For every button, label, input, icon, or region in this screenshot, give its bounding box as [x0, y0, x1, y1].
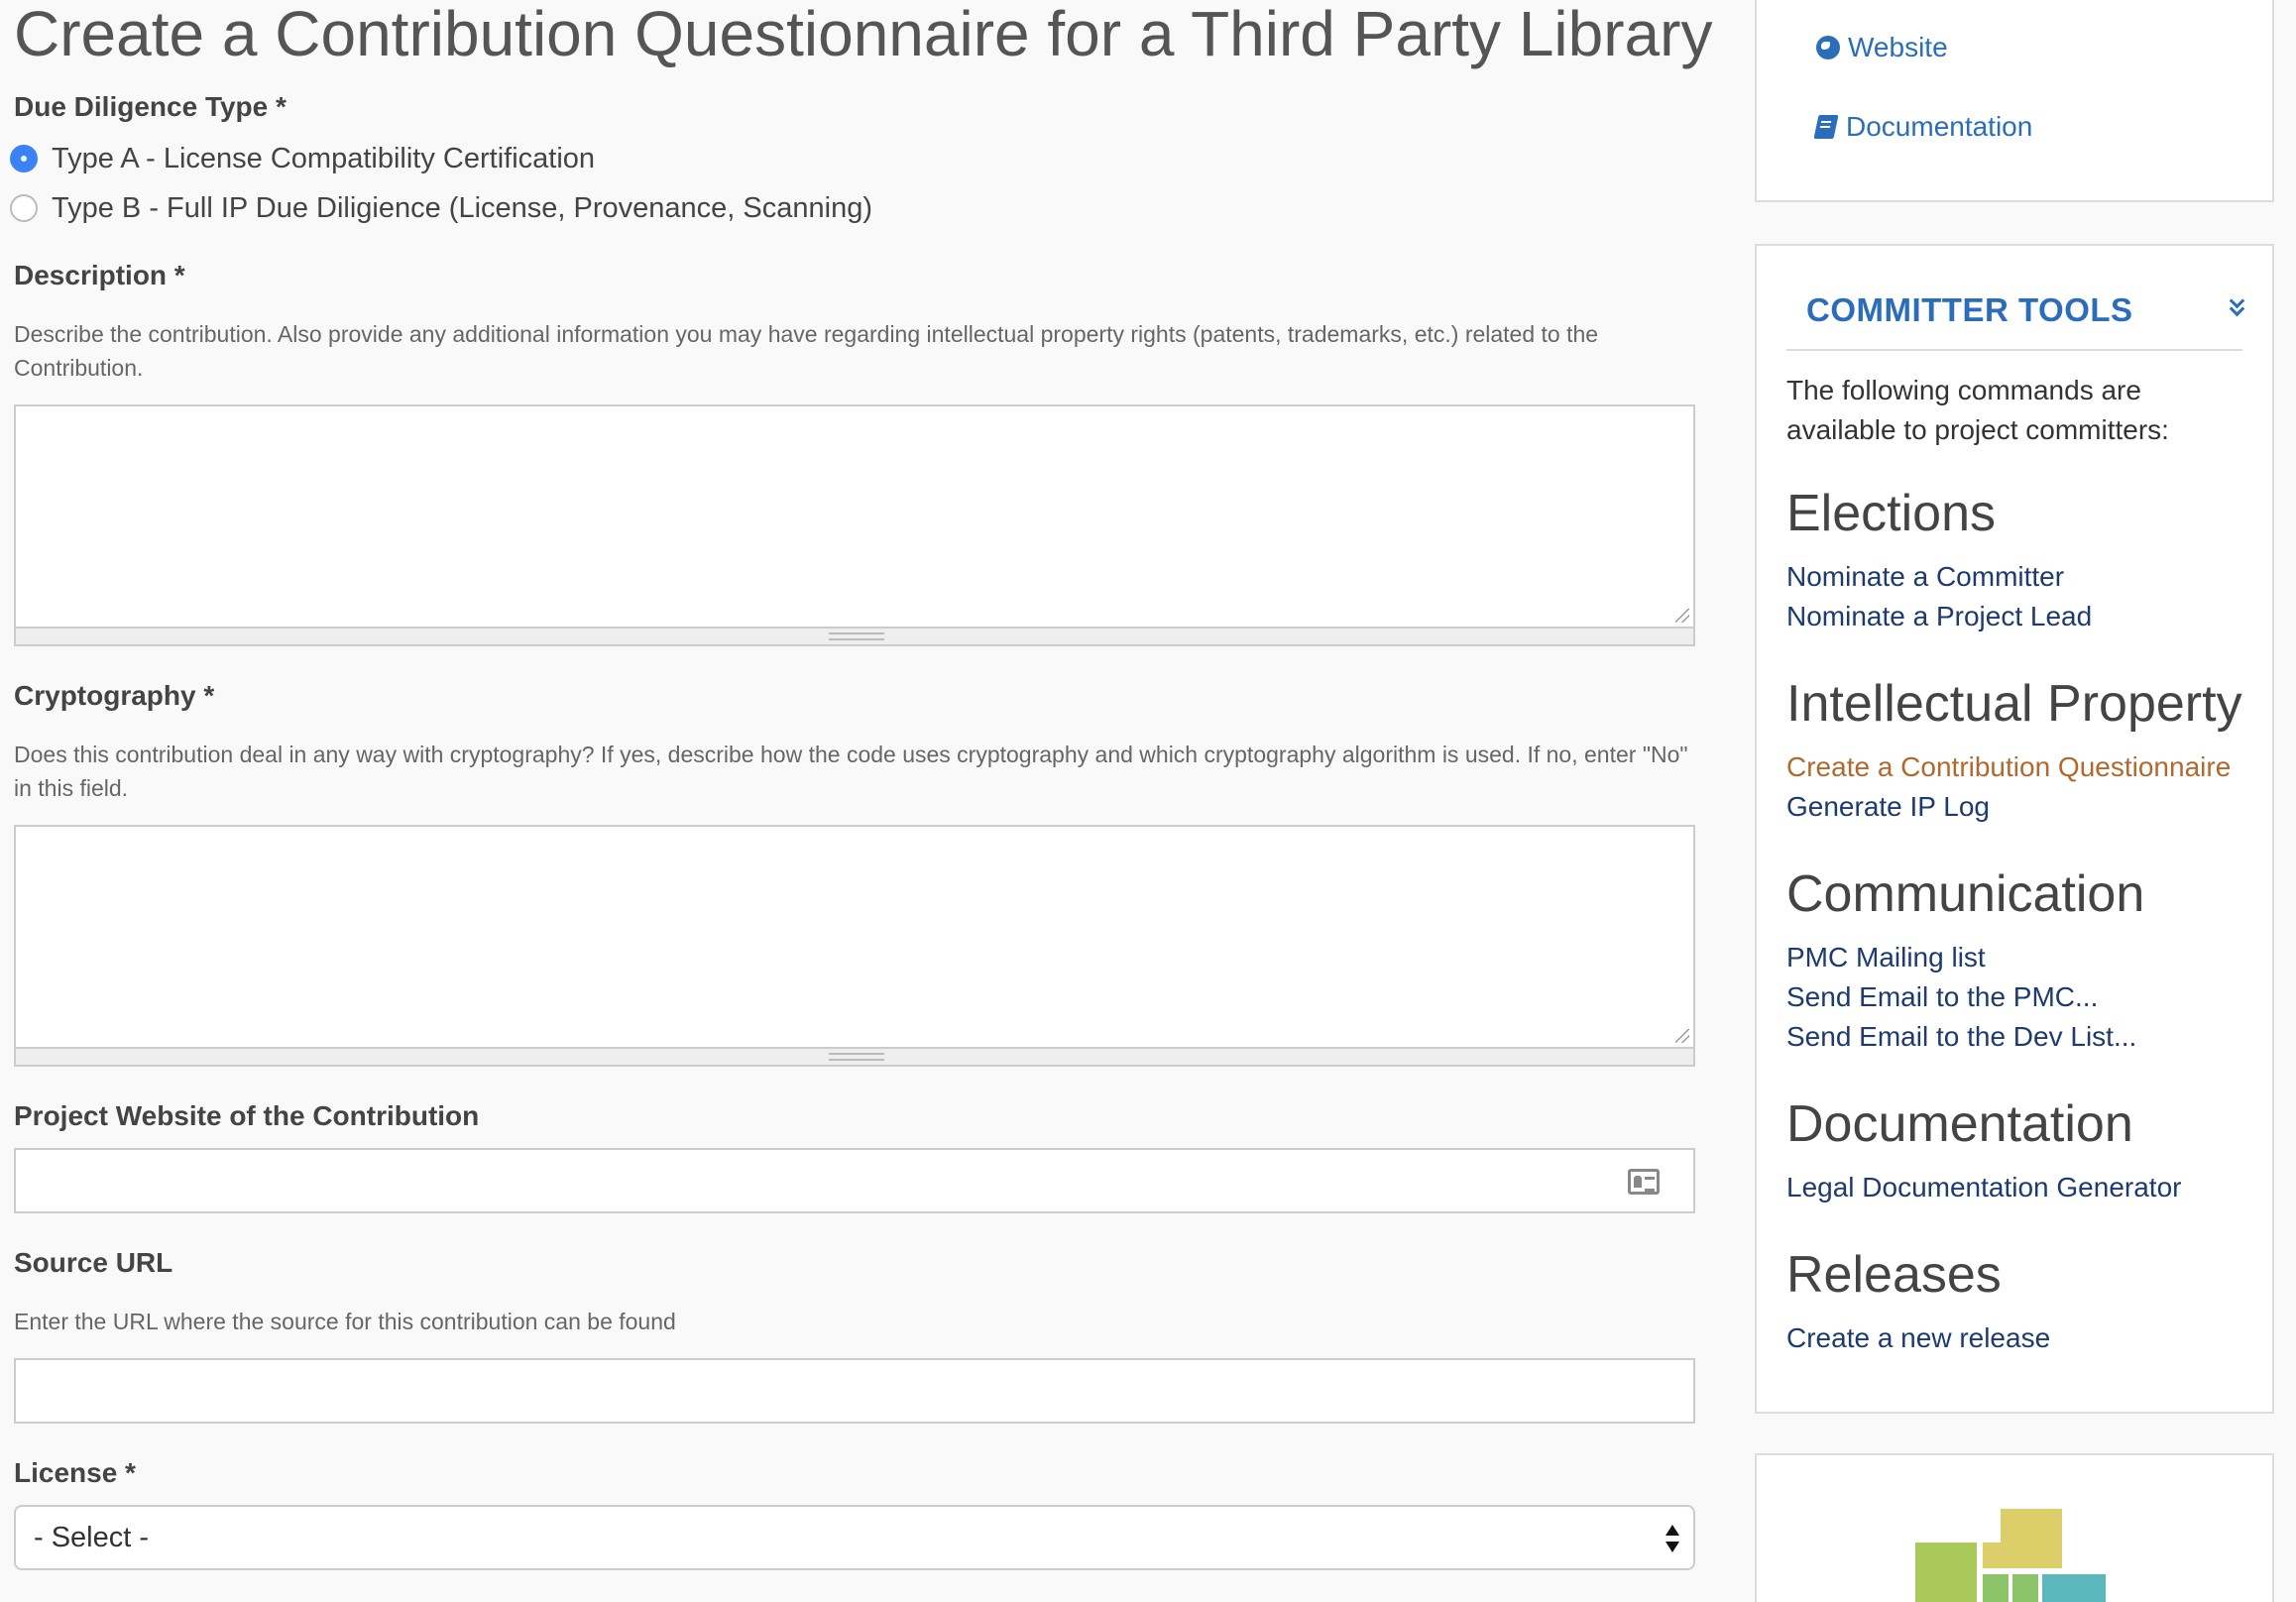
- description-textarea[interactable]: [14, 404, 1695, 629]
- link-generate-ip-log[interactable]: Generate IP Log: [1786, 791, 1990, 823]
- committer-tools-box: COMMITTER TOOLS The following commands a…: [1755, 244, 2274, 1414]
- committer-tools-intro: The following commands are available to …: [1786, 375, 2169, 445]
- divider: [1786, 349, 2242, 351]
- website-link-label: Website: [1848, 32, 1948, 62]
- project-logo: [1915, 1509, 2114, 1602]
- cryptography-textarea[interactable]: [14, 825, 1695, 1049]
- license-selected-value: - Select -: [34, 1522, 150, 1553]
- resize-corner-icon[interactable]: [1675, 1029, 1689, 1043]
- section-heading-releases: Releases: [1786, 1246, 2002, 1304]
- radio-checked-icon[interactable]: [10, 145, 38, 172]
- resize-corner-icon[interactable]: [1675, 609, 1689, 623]
- license-select[interactable]: - Select -: [14, 1505, 1695, 1570]
- logo-box: [1755, 1453, 2274, 1602]
- documentation-link-label: Documentation: [1846, 111, 2033, 142]
- due-diligence-label: Due Diligence Type *: [14, 91, 287, 122]
- page: Create a Contribution Questionnaire for …: [0, 0, 2296, 1602]
- website-link[interactable]: Website: [1816, 32, 1948, 63]
- globe-icon: [1816, 36, 1840, 59]
- select-arrows-icon: [1665, 1525, 1679, 1552]
- link-pmc-mailing-list[interactable]: PMC Mailing list: [1786, 942, 1986, 973]
- contact-card-icon: [1628, 1169, 1660, 1195]
- section-heading-intellectual-property: Intellectual Property: [1786, 675, 2242, 733]
- link-legal-documentation-generator[interactable]: Legal Documentation Generator: [1786, 1172, 2181, 1203]
- source-url-input[interactable]: [14, 1358, 1695, 1424]
- source-url-label: Source URL: [14, 1247, 173, 1278]
- radio-type-b[interactable]: Type B - Full IP Due Diligience (License…: [10, 188, 873, 228]
- cryptography-label: Cryptography *: [14, 680, 215, 711]
- documentation-link[interactable]: Documentation: [1813, 111, 2033, 143]
- description-label: Description *: [14, 260, 185, 290]
- project-website-input[interactable]: [14, 1148, 1695, 1213]
- section-heading-elections: Elections: [1786, 485, 1996, 542]
- link-create-new-release[interactable]: Create a new release: [1786, 1322, 2050, 1354]
- section-heading-communication: Communication: [1786, 865, 2145, 923]
- link-send-email-pmc[interactable]: Send Email to the PMC...: [1786, 981, 2098, 1013]
- link-send-email-dev-list[interactable]: Send Email to the Dev List...: [1786, 1021, 2136, 1053]
- committer-tools-title[interactable]: COMMITTER TOOLS: [1806, 291, 2133, 329]
- cryptography-resize-grip[interactable]: [14, 1049, 1695, 1067]
- section-heading-documentation: Documentation: [1786, 1095, 2133, 1153]
- description-resize-grip[interactable]: [14, 629, 1695, 646]
- grip-lines-icon: [829, 632, 884, 640]
- link-create-contribution-questionnaire[interactable]: Create a Contribution Questionnaire: [1786, 751, 2246, 783]
- radio-type-b-label: Type B - Full IP Due Diligience (License…: [52, 191, 873, 224]
- cryptography-help: Does this contribution deal in any way w…: [14, 742, 1688, 801]
- license-label: License *: [14, 1457, 136, 1488]
- radio-type-a[interactable]: Type A - License Compatibility Certifica…: [10, 139, 596, 178]
- book-icon: [1813, 115, 1839, 139]
- source-url-help: Enter the URL where the source for this …: [14, 1309, 676, 1334]
- grip-lines-icon: [829, 1053, 884, 1061]
- description-help: Describe the contribution. Also provide …: [14, 321, 1599, 381]
- radio-type-a-label: Type A - License Compatibility Certifica…: [52, 142, 596, 174]
- chevron-double-down-icon[interactable]: [2229, 295, 2244, 317]
- link-nominate-project-lead[interactable]: Nominate a Project Lead: [1786, 601, 2092, 632]
- project-links-box: Website Documentation: [1755, 0, 2274, 202]
- project-website-label: Project Website of the Contribution: [14, 1100, 480, 1131]
- page-title: Create a Contribution Questionnaire for …: [14, 0, 1713, 69]
- link-nominate-committer[interactable]: Nominate a Committer: [1786, 561, 2064, 593]
- radio-unchecked-icon[interactable]: [10, 194, 38, 222]
